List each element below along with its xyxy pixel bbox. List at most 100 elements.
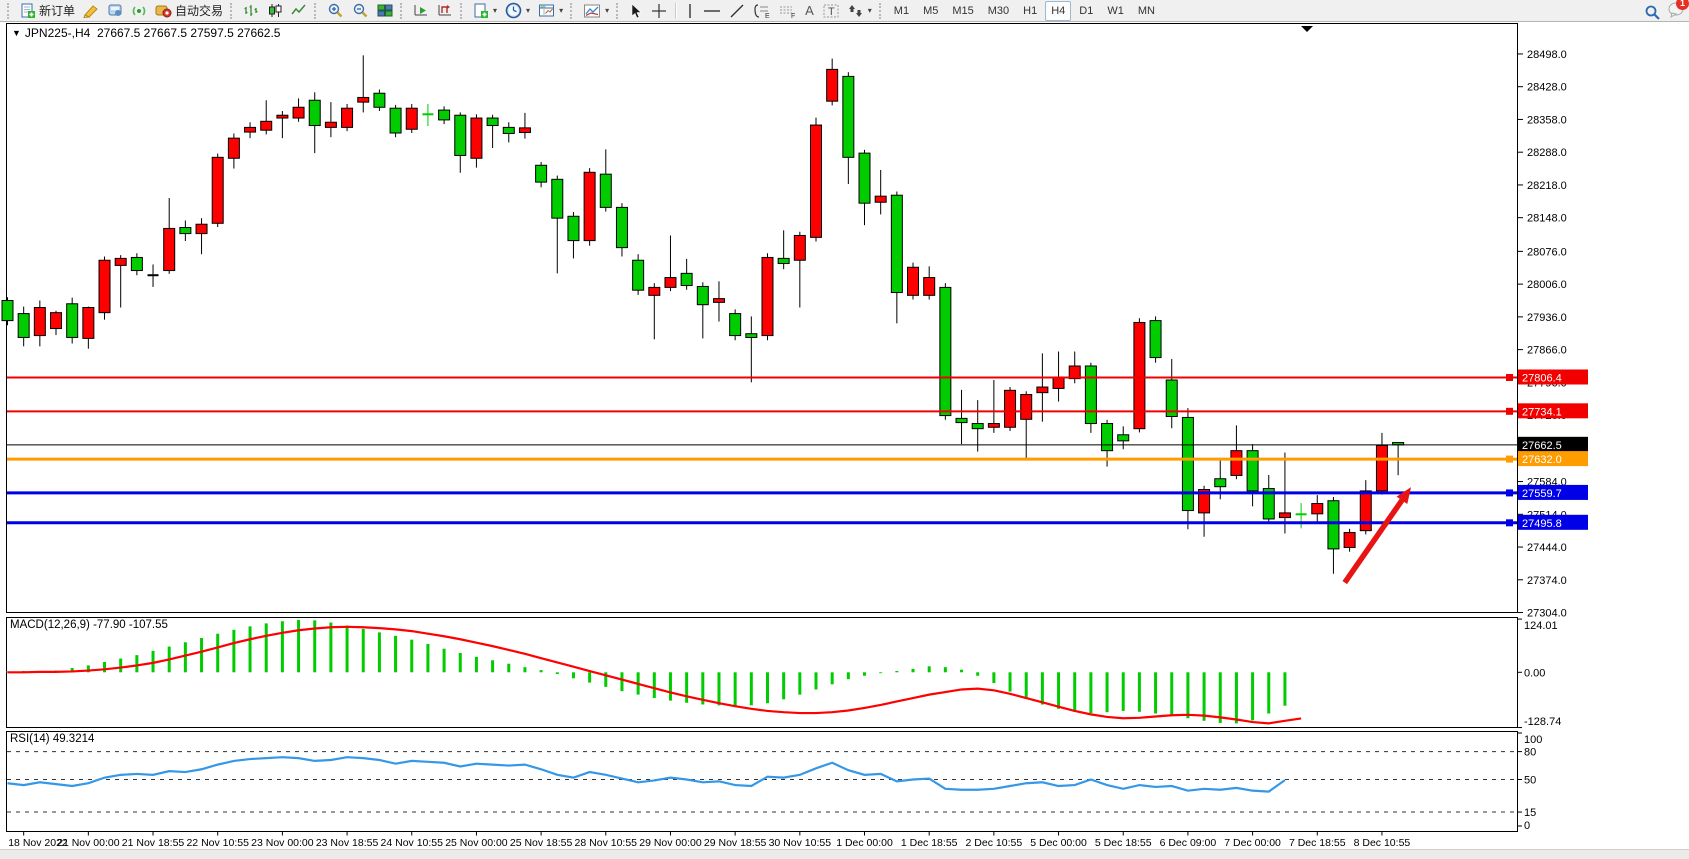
new-order-button[interactable]: 新订单 xyxy=(16,1,79,21)
vertical-line-icon xyxy=(685,3,695,19)
chart-symbol-period: JPN225-,H4 xyxy=(25,26,90,40)
candle-body xyxy=(228,138,239,158)
candle-body xyxy=(778,258,789,263)
price-axis-label: 28006.0 xyxy=(1527,279,1567,291)
horizontal-line-icon xyxy=(703,4,721,18)
crosshair-button[interactable] xyxy=(647,1,671,21)
candle-body xyxy=(325,122,336,127)
candle-body xyxy=(1312,504,1323,514)
fibonacci-button[interactable]: E xyxy=(749,1,775,21)
trendline-button[interactable] xyxy=(725,1,749,21)
candle-body xyxy=(406,108,417,129)
tile-windows-button[interactable] xyxy=(373,1,397,21)
horizontal-line-button[interactable] xyxy=(699,1,725,21)
candle-body xyxy=(827,69,838,101)
candle-body xyxy=(99,260,110,312)
time-axis-label: 1 Dec 18:55 xyxy=(901,837,958,849)
text-label-button[interactable]: T xyxy=(818,1,844,21)
timeframe-button-h4[interactable]: H4 xyxy=(1045,1,1071,21)
timeframe-button-m1[interactable]: M1 xyxy=(888,1,915,21)
new-order-label: 新订单 xyxy=(39,2,75,19)
signals-button[interactable] xyxy=(127,1,151,21)
candle-body xyxy=(956,418,967,422)
channel-button[interactable]: F xyxy=(775,1,801,21)
auto-scroll-button[interactable] xyxy=(409,1,433,21)
chart-canvas[interactable]: 28498.028428.028358.028288.028218.028148… xyxy=(0,22,1689,849)
candle-body xyxy=(665,278,676,288)
rsi-axis-label: 0 xyxy=(1524,820,1530,832)
time-axis-label: 23 Nov 00:00 xyxy=(251,837,314,849)
metaeditor-icon xyxy=(107,3,123,18)
auto-trading-button[interactable]: 自动交易 xyxy=(151,1,227,21)
rsi-axis-label: 50 xyxy=(1524,775,1536,787)
time-axis-label: 25 Nov 18:55 xyxy=(510,837,573,849)
text-button[interactable]: A xyxy=(801,1,818,21)
bar-chart-button[interactable] xyxy=(239,1,263,21)
arrow-objects-button[interactable]: ▾ xyxy=(844,1,876,21)
price-axis-label: 27374.0 xyxy=(1527,575,1567,587)
chart-shift-button[interactable] xyxy=(433,1,457,21)
candle-body xyxy=(843,76,854,157)
rsi-indicator-label: RSI(14) 49.3214 xyxy=(10,733,94,745)
notifications-button[interactable]: 1 xyxy=(1667,1,1685,23)
hline-anchor-handle[interactable] xyxy=(1506,374,1513,381)
metaeditor-button[interactable] xyxy=(103,1,127,21)
candle-body xyxy=(681,273,692,285)
price-axis-label: 28428.0 xyxy=(1527,82,1567,94)
time-axis-label: 21 Nov 18:55 xyxy=(122,837,185,849)
auto-trading-icon xyxy=(155,3,172,18)
signal-icon xyxy=(131,3,147,18)
candle-body xyxy=(503,127,514,133)
auto-scroll-icon xyxy=(413,3,429,18)
line-chart-button[interactable] xyxy=(287,1,311,21)
time-axis-label: 1 Dec 00:00 xyxy=(836,837,893,849)
price-axis-label: 28358.0 xyxy=(1527,114,1567,126)
timeframe-button-m5[interactable]: M5 xyxy=(917,1,944,21)
periods-button[interactable]: ▾ xyxy=(501,1,534,21)
hline-anchor-handle[interactable] xyxy=(1506,489,1513,496)
auto-trading-label: 自动交易 xyxy=(175,2,223,19)
vertical-line-button[interactable] xyxy=(681,1,699,21)
timeframe-button-h1[interactable]: H1 xyxy=(1017,1,1043,21)
candle-body xyxy=(633,260,644,290)
zoom-out-icon xyxy=(352,3,369,19)
rsi-axis-label: 100 xyxy=(1524,734,1542,746)
candle-body xyxy=(730,314,741,336)
zoom-in-button[interactable] xyxy=(323,1,348,21)
styler-button[interactable] xyxy=(79,1,103,21)
chart-ohlc-values: 27667.5 27667.5 27597.5 27662.5 xyxy=(97,26,281,40)
timeframe-button-m15[interactable]: M15 xyxy=(946,1,979,21)
candle-body xyxy=(924,278,935,296)
crayon-icon xyxy=(83,4,99,18)
new-chart-button[interactable]: ▾ xyxy=(469,1,501,21)
candle-body xyxy=(811,125,822,237)
candle-body xyxy=(51,313,62,329)
toolbar-grip xyxy=(879,3,885,19)
timeframe-button-d1[interactable]: D1 xyxy=(1073,1,1099,21)
toolbar-separator xyxy=(675,3,677,19)
candle-body xyxy=(552,179,563,218)
time-axis-label: 29 Nov 18:55 xyxy=(704,837,767,849)
candle-body xyxy=(83,308,94,339)
timeframe-button-mn[interactable]: MN xyxy=(1132,1,1161,21)
hline-anchor-handle[interactable] xyxy=(1506,408,1513,415)
price-axis-label: 28076.0 xyxy=(1527,246,1567,258)
timeframe-bar: M1M5M15M30H1H4D1W1MN xyxy=(888,1,1161,21)
text-label-icon: T xyxy=(822,3,840,19)
candlestick-chart-button[interactable] xyxy=(263,1,287,21)
svg-text:E: E xyxy=(765,13,770,19)
candle-body xyxy=(1247,451,1258,491)
timeframe-button-w1[interactable]: W1 xyxy=(1101,1,1130,21)
search-icon[interactable] xyxy=(1644,4,1661,21)
cursor-button[interactable] xyxy=(625,1,647,21)
toolbar-grip xyxy=(314,3,320,19)
hline-anchor-handle[interactable] xyxy=(1506,456,1513,463)
collapse-triangle-icon[interactable]: ▼ xyxy=(12,28,21,38)
hline-anchor-handle[interactable] xyxy=(1506,519,1513,526)
price-axis-label: 27936.0 xyxy=(1527,312,1567,324)
indicators-button[interactable]: ▾ xyxy=(579,1,613,21)
time-axis-label: 25 Nov 00:00 xyxy=(445,837,508,849)
timeframe-button-m30[interactable]: M30 xyxy=(982,1,1015,21)
zoom-out-button[interactable] xyxy=(348,1,373,21)
templates-button[interactable]: ▾ xyxy=(534,1,567,21)
